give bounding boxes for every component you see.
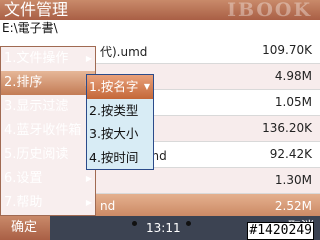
file-size: 1.05M bbox=[274, 95, 312, 109]
menu-item-sort[interactable]: 2.排序 ▶ bbox=[1, 71, 95, 95]
menu-item-file-ops[interactable]: 1.文件操作 ▶ bbox=[1, 47, 95, 71]
menu-item-help[interactable]: 7.帮助 ▶ bbox=[1, 191, 95, 215]
menu-item-label: 1.文件操作 bbox=[4, 51, 69, 66]
brand-logo: IBOOK bbox=[227, 0, 312, 21]
menu-item-label: 2.排序 bbox=[4, 75, 43, 90]
file-size: 1.30M bbox=[274, 173, 312, 187]
file-size: 2.52M bbox=[274, 199, 312, 213]
menu-item-label: 6.设置 bbox=[4, 171, 43, 186]
clock: 13:11 bbox=[146, 221, 181, 235]
submenu-arrow-icon: ▶ bbox=[85, 198, 92, 207]
menu-item-label: 4.蓝牙收件箱 bbox=[4, 123, 82, 138]
file-size: 4.98M bbox=[274, 69, 312, 83]
sort-submenu: 1.按名字 ▼ 2.按类型 3.按大小 4.按时间 bbox=[86, 74, 154, 170]
file-size: 109.70K bbox=[262, 43, 312, 57]
submenu-arrow-icon: ▶ bbox=[85, 54, 92, 63]
menu-item-history[interactable]: 5.历史阅读 bbox=[1, 143, 95, 167]
submenu-item-label: 1.按名字 bbox=[89, 79, 139, 94]
menu-item-settings[interactable]: 6.设置 ▶ bbox=[1, 167, 95, 191]
submenu-item-by-type[interactable]: 2.按类型 bbox=[87, 99, 153, 123]
status-dot-icon bbox=[186, 221, 191, 226]
submenu-item-by-time[interactable]: 4.按时间 bbox=[87, 146, 153, 170]
menu-item-label: 3.显示过滤 bbox=[4, 99, 69, 114]
submenu-item-by-name[interactable]: 1.按名字 ▼ bbox=[87, 75, 153, 99]
submenu-arrow-icon: ▶ bbox=[85, 174, 92, 183]
ok-softkey[interactable]: 确定 bbox=[11, 216, 37, 240]
page-title: 文件管理 bbox=[4, 0, 69, 19]
header-bar: 文件管理 IBOOK bbox=[0, 0, 320, 21]
status-dot-icon bbox=[132, 221, 137, 226]
current-path: E:\電子書\ bbox=[2, 21, 58, 35]
submenu-item-by-size[interactable]: 3.按大小 bbox=[87, 122, 153, 146]
chevron-down-icon: ▼ bbox=[143, 82, 150, 91]
menu-item-bluetooth-inbox[interactable]: 4.蓝牙收件箱 bbox=[1, 119, 95, 143]
file-size: 136.20K bbox=[262, 121, 312, 135]
menu-item-label: 7.帮助 bbox=[4, 195, 43, 210]
file-name: 代).umd bbox=[100, 45, 148, 59]
file-name: nd bbox=[100, 199, 116, 213]
menu-item-display-filter[interactable]: 3.显示过滤 ▶ bbox=[1, 95, 95, 119]
image-id-label: #1420249 bbox=[247, 222, 314, 240]
options-menu: 1.文件操作 ▶ 2.排序 ▶ 3.显示过滤 ▶ 4.蓝牙收件箱 5.历史阅读 … bbox=[0, 46, 96, 216]
phone-screen: 文件管理 IBOOK E:\電子書\ 代).umd 109.70K 4.98M … bbox=[0, 0, 320, 240]
menu-item-label: 5.历史阅读 bbox=[4, 147, 69, 162]
file-size: 92.42K bbox=[269, 147, 312, 161]
